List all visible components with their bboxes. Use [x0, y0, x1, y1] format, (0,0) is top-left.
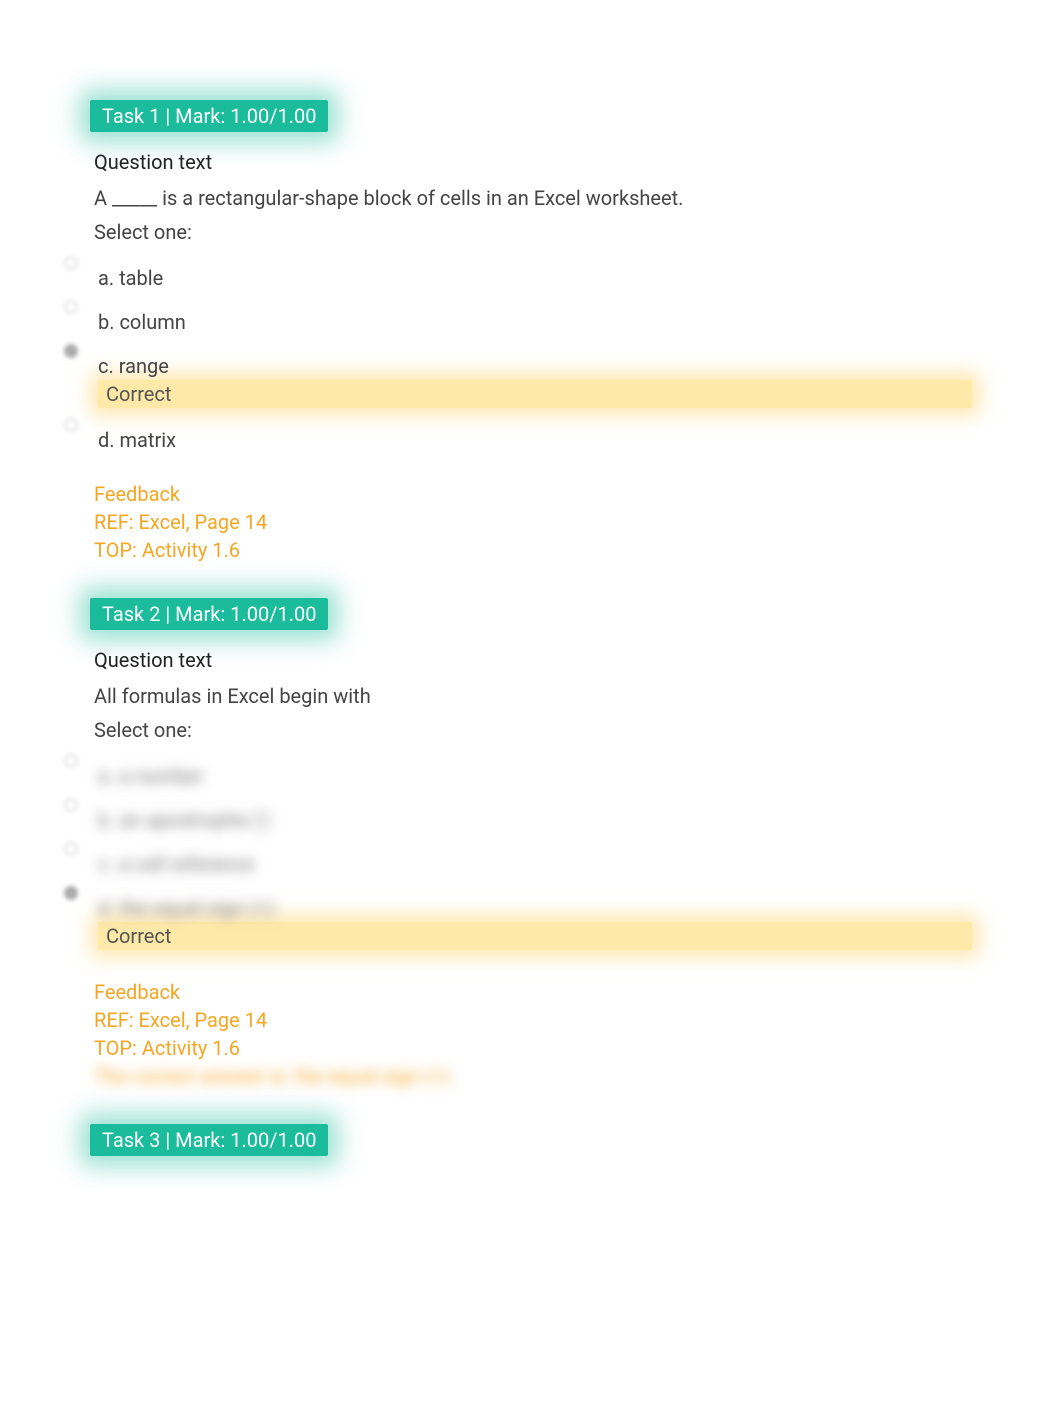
question-text-label: Question text — [90, 150, 972, 174]
feedback-heading: Feedback — [94, 980, 972, 1004]
correct-badge: Correct — [98, 380, 972, 408]
option-label: a. table — [74, 258, 972, 290]
option-label: d. the equal sign (=). — [74, 888, 972, 920]
question-prompt: All formulas in Excel begin with — [90, 684, 972, 708]
option-label: c. a cell reference — [74, 844, 972, 876]
radio-icon — [64, 256, 78, 270]
option-a[interactable]: a. table — [70, 252, 972, 296]
feedback-ref: REF: Excel, Page 14 — [94, 510, 972, 534]
option-b[interactable]: b. column — [70, 296, 972, 340]
option-a[interactable]: a. a number — [70, 750, 972, 794]
select-one-label: Select one: — [90, 220, 972, 244]
task-header: Task 3 | Mark: 1.00/1.00 — [90, 1124, 328, 1156]
feedback-block: Feedback REF: Excel, Page 14 TOP: Activi… — [90, 980, 972, 1088]
feedback-ref: REF: Excel, Page 14 — [94, 1008, 972, 1032]
page-content: Task 1 | Mark: 1.00/1.00 Question text A… — [0, 0, 1062, 1410]
option-label: d. matrix — [74, 420, 972, 452]
option-label: a. a number — [74, 756, 972, 788]
option-c[interactable]: c. range Correct — [70, 340, 972, 414]
task-header: Task 2 | Mark: 1.00/1.00 — [90, 598, 328, 630]
feedback-block: Feedback REF: Excel, Page 14 TOP: Activi… — [90, 482, 972, 562]
option-b[interactable]: b. an apostrophe (') — [70, 794, 972, 838]
radio-icon-selected — [64, 344, 78, 358]
feedback-heading: Feedback — [94, 482, 972, 506]
option-c[interactable]: c. a cell reference — [70, 838, 972, 882]
feedback-correct-answer: The correct answer is: the equal sign (=… — [94, 1064, 972, 1088]
question-prompt: A _____ is a rectangular-shape block of … — [90, 186, 972, 210]
select-one-label: Select one: — [90, 718, 972, 742]
option-label: b. column — [74, 302, 972, 334]
radio-icon — [64, 300, 78, 314]
task-block-2: Task 2 | Mark: 1.00/1.00 Question text A… — [90, 598, 972, 1088]
task-header: Task 1 | Mark: 1.00/1.00 — [90, 100, 328, 132]
task-block-3: Task 3 | Mark: 1.00/1.00 — [90, 1124, 972, 1174]
radio-icon — [64, 418, 78, 432]
correct-badge: Correct — [98, 922, 972, 950]
question-text-label: Question text — [90, 648, 972, 672]
option-d[interactable]: d. matrix — [70, 414, 972, 458]
option-label: b. an apostrophe (') — [74, 800, 972, 832]
task-block-1: Task 1 | Mark: 1.00/1.00 Question text A… — [90, 100, 972, 562]
feedback-top: TOP: Activity 1.6 — [94, 1036, 972, 1060]
option-d[interactable]: d. the equal sign (=). Correct — [70, 882, 972, 956]
feedback-top: TOP: Activity 1.6 — [94, 538, 972, 562]
option-label: c. range — [74, 346, 972, 378]
